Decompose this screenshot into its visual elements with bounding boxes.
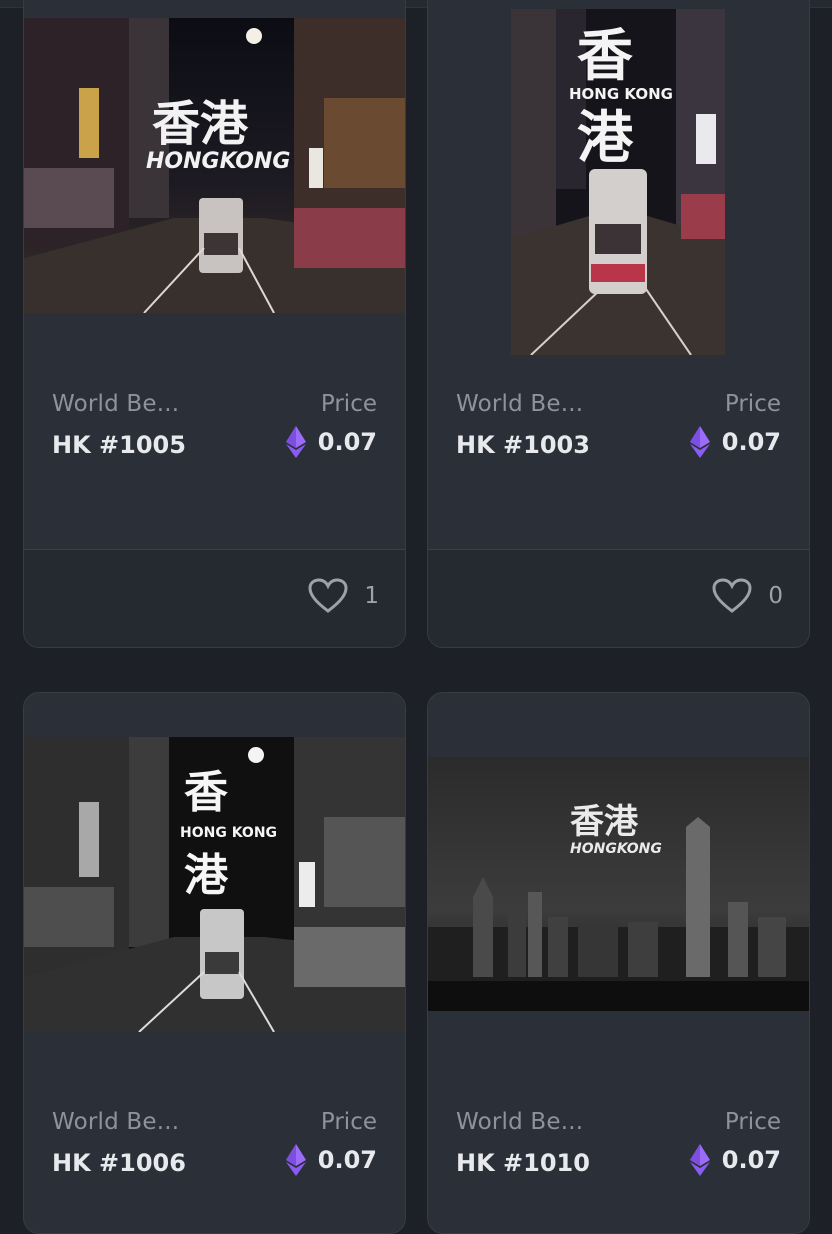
card-meta: World Be... HK #1006 Price 0.07 <box>24 1101 405 1191</box>
collection-name[interactable]: World Be... <box>456 391 583 417</box>
price-row: 0.07 <box>285 1143 377 1177</box>
svg-text:HONG KONG: HONG KONG <box>569 85 673 103</box>
price-label: Price <box>724 391 781 417</box>
nft-title[interactable]: HK #1010 <box>456 1149 590 1177</box>
like-button[interactable]: 1 <box>308 578 379 614</box>
ethereum-icon <box>285 1144 306 1176</box>
price-value: 0.07 <box>317 428 377 456</box>
collection-name[interactable]: World Be... <box>52 391 179 417</box>
nft-title[interactable]: HK #1005 <box>52 431 186 459</box>
svg-text:香港: 香港 <box>570 802 639 842</box>
nft-card[interactable]: 香 HONG KONG 港 World Be... HK #1003 Price… <box>427 0 810 648</box>
price-label: Price <box>320 1109 377 1135</box>
heart-icon <box>308 578 348 613</box>
nft-image[interactable]: 香 HONG KONG 港 <box>511 9 725 355</box>
ethereum-icon <box>689 1144 710 1176</box>
price-label: Price <box>320 391 377 417</box>
like-button[interactable]: 0 <box>712 578 783 614</box>
nft-title[interactable]: HK #1003 <box>456 431 590 459</box>
like-count: 0 <box>768 583 783 609</box>
price-row: 0.07 <box>285 425 377 459</box>
nft-card[interactable]: 香港 HONGKONG World Be... HK #1005 Price 0… <box>23 0 406 648</box>
card-meta: World Be... HK #1010 Price 0.07 <box>428 1101 809 1191</box>
svg-text:香: 香 <box>184 767 228 818</box>
card-meta: World Be... HK #1003 Price 0.07 <box>428 383 809 473</box>
card-footer: 0 <box>428 549 809 647</box>
svg-text:HONGKONG: HONGKONG <box>570 841 662 857</box>
price-label: Price <box>724 1109 781 1135</box>
nft-image[interactable]: 香港 HONGKONG <box>24 18 405 313</box>
card-footer: 1 <box>24 549 405 647</box>
price-row: 0.07 <box>689 425 781 459</box>
svg-text:港: 港 <box>184 850 229 901</box>
nft-title[interactable]: HK #1006 <box>52 1149 186 1177</box>
ethereum-icon <box>285 426 306 458</box>
svg-text:HONGKONG: HONGKONG <box>146 149 290 174</box>
nft-card[interactable]: 香港 HONGKONG World Be... HK #1010 Price 0… <box>427 692 810 1234</box>
collection-name[interactable]: World Be... <box>52 1109 179 1135</box>
svg-text:香港: 香港 <box>152 96 249 152</box>
nft-image[interactable]: 香港 HONGKONG <box>428 757 809 1011</box>
nft-card[interactable]: 香 HONG KONG 港 World Be... HK #1006 Price… <box>23 692 406 1234</box>
price-value: 0.07 <box>721 428 781 456</box>
like-count: 1 <box>364 583 379 609</box>
svg-text:港: 港 <box>577 106 634 171</box>
price-value: 0.07 <box>317 1146 377 1174</box>
nft-image[interactable]: 香 HONG KONG 港 <box>24 737 405 1032</box>
svg-text:HONG KONG: HONG KONG <box>180 825 277 841</box>
heart-icon <box>712 578 752 613</box>
svg-text:香: 香 <box>577 24 633 89</box>
price-value: 0.07 <box>721 1146 781 1174</box>
card-meta: World Be... HK #1005 Price 0.07 <box>24 383 405 473</box>
ethereum-icon <box>689 426 710 458</box>
collection-name[interactable]: World Be... <box>456 1109 583 1135</box>
price-row: 0.07 <box>689 1143 781 1177</box>
